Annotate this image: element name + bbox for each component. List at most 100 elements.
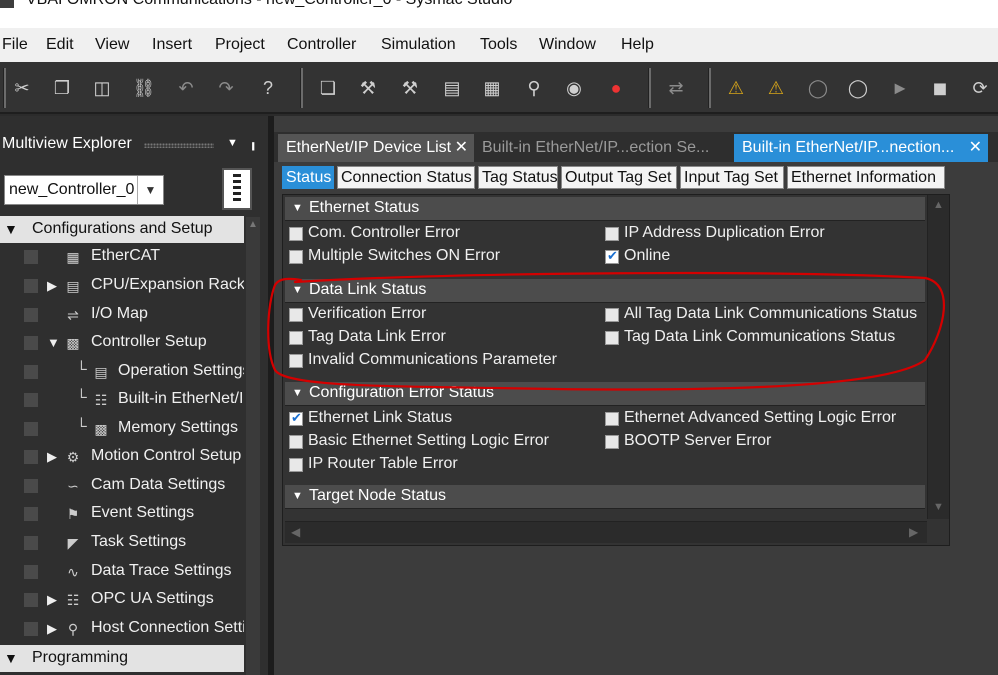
binoculars-icon[interactable]: ◉	[558, 71, 590, 105]
transfer-icon[interactable]: ▦	[476, 71, 508, 105]
collapse-icon[interactable]: ▼	[292, 387, 303, 399]
compare-icon[interactable]: ▤	[436, 71, 468, 105]
expand-right-icon[interactable]: ▶	[47, 592, 57, 608]
tab-connection-status[interactable]: Built-in EtherNet/IP...nection... ✕	[734, 134, 988, 162]
selection-box	[24, 565, 38, 579]
build-icon[interactable]: ⚒	[352, 71, 384, 105]
tree-item-task-settings[interactable]: ◤ Task Settings	[0, 529, 244, 557]
collapse-icon[interactable]: ▼	[292, 284, 303, 296]
rack-icon: ▤	[66, 278, 80, 294]
delete-icon[interactable]: ⛓	[128, 71, 160, 105]
section-configurations[interactable]: ▼ Configurations and Setup	[0, 216, 244, 243]
paste-icon[interactable]: ◫	[86, 71, 118, 105]
tree-item-data-trace[interactable]: ∿ Data Trace Settings	[0, 558, 244, 586]
scroll-right-icon[interactable]: ▶	[909, 525, 918, 539]
expand-right-icon[interactable]: ▶	[47, 449, 57, 465]
close-icon[interactable]: ✕	[969, 134, 982, 162]
cut-icon[interactable]: ✂	[6, 71, 38, 105]
tree-item-motion-control[interactable]: ▶ ⚙ Motion Control Setup	[0, 443, 244, 471]
close-icon[interactable]: ✕	[455, 134, 468, 162]
scroll-down-icon[interactable]: ▼	[933, 501, 944, 513]
controller-select-value: new_Controller_0	[9, 181, 135, 198]
offline-icon[interactable]: ◼	[924, 71, 956, 105]
scroll-left-icon[interactable]: ◀	[291, 525, 300, 539]
tab-status[interactable]: Status	[282, 166, 334, 189]
warning-icon[interactable]: ⚠	[720, 71, 752, 105]
chevron-down-icon[interactable]: ▼	[137, 176, 163, 204]
pin-icon[interactable]: ╻	[249, 134, 257, 151]
tab-connection-status-sub[interactable]: Connection Status	[337, 166, 475, 189]
explorer-scrollbar[interactable]: ▲	[246, 217, 260, 675]
expand-down-icon[interactable]: ▼	[4, 650, 18, 666]
menu-file[interactable]: File	[2, 36, 28, 54]
tree-item-event-settings[interactable]: ⚑ Event Settings	[0, 500, 244, 528]
menu-window[interactable]: Window	[539, 36, 596, 54]
collapse-icon[interactable]: ▼	[292, 202, 303, 214]
window-icon[interactable]: ❏	[312, 71, 344, 105]
menu-project[interactable]: Project	[215, 36, 265, 54]
scroll-up-icon[interactable]: ▲	[248, 219, 258, 230]
controller-select[interactable]: new_Controller_0 ▼	[4, 175, 164, 205]
tree-item-ethercat[interactable]: ▦ EtherCAT	[0, 243, 244, 271]
section-data-link-status[interactable]: ▼ Data Link Status	[285, 279, 925, 303]
tab-tag-status[interactable]: Tag Status	[478, 166, 558, 189]
expand-right-icon[interactable]: ▶	[47, 278, 57, 294]
tree-item-cam-data[interactable]: ∽ Cam Data Settings	[0, 472, 244, 500]
grip-handle[interactable]	[144, 143, 214, 148]
selection-box	[24, 365, 38, 379]
tab-device-list[interactable]: EtherNet/IP Device List ✕	[278, 134, 474, 162]
dropdown-icon[interactable]: ▼	[227, 137, 238, 149]
tab-ethernet-information[interactable]: Ethernet Information	[787, 166, 945, 189]
rebuild-icon[interactable]: ⚒	[394, 71, 426, 105]
tab-output-tag-set[interactable]: Output Tag Set	[561, 166, 677, 189]
tree-item-host-connection[interactable]: ▶ ⚲ Host Connection Settings	[0, 615, 244, 643]
menu-tools[interactable]: Tools	[480, 36, 517, 54]
help-icon[interactable]: ?	[252, 71, 284, 105]
tab-input-tag-set[interactable]: Input Tag Set	[680, 166, 784, 189]
menu-controller[interactable]: Controller	[287, 36, 356, 54]
section-ethernet-status[interactable]: ▼ Ethernet Status	[285, 197, 925, 221]
tree-item-opc-ua[interactable]: ▶ ☷ OPC UA Settings	[0, 586, 244, 614]
tree-item-ethernet-port[interactable]: └ ☷ Built-in EtherNet/IP Port Settings	[0, 386, 244, 414]
tree-item-memory-settings[interactable]: └ ▩ Memory Settings	[0, 415, 244, 443]
flag-icon: ⚑	[66, 506, 80, 522]
tree-item-controller-setup[interactable]: ▼ ▩ Controller Setup	[0, 329, 244, 357]
sync-icon[interactable]: ⇄	[660, 71, 692, 105]
menu-simulation[interactable]: Simulation	[381, 36, 456, 54]
status-label: Tag Data Link Error	[308, 328, 446, 345]
error-icon[interactable]: ●	[600, 71, 632, 105]
section-config-error-status[interactable]: ▼ Configuration Error Status	[285, 382, 925, 406]
tree-item-label: I/O Map	[91, 305, 148, 322]
tree-item-cpu-racks[interactable]: ▶ ▤ CPU/Expansion Racks	[0, 272, 244, 300]
watch-icon[interactable]: ◯	[802, 71, 834, 105]
section-programming[interactable]: ▼ Programming	[0, 645, 244, 672]
menu-edit[interactable]: Edit	[46, 36, 74, 54]
menu-insert[interactable]: Insert	[152, 36, 192, 54]
menu-view[interactable]: View	[95, 36, 129, 54]
scroll-up-icon[interactable]: ▲	[933, 199, 944, 211]
redo-icon[interactable]: ↷	[210, 71, 242, 105]
opc-ua-icon: ☷	[66, 592, 80, 608]
memory-icon: ▩	[94, 421, 108, 437]
online-icon[interactable]: ►	[884, 71, 916, 105]
undo-icon[interactable]: ↶	[170, 71, 202, 105]
tab-connection-settings[interactable]: Built-in EtherNet/IP...ection Se...	[474, 134, 730, 162]
menu-help[interactable]: Help	[621, 36, 654, 54]
toolbar-separator	[708, 68, 711, 108]
tree-item-io-map[interactable]: ⇌ I/O Map	[0, 301, 244, 329]
search-icon[interactable]: ⚲	[518, 71, 550, 105]
vertical-scrollbar[interactable]: ▲ ▼	[927, 195, 949, 519]
collapse-icon[interactable]: ▼	[292, 490, 303, 502]
status-label: Basic Ethernet Setting Logic Error	[308, 432, 550, 449]
selection-box	[24, 308, 38, 322]
expand-right-icon[interactable]: ▶	[47, 621, 57, 637]
expand-down-icon[interactable]: ▼	[4, 221, 18, 237]
warning-alt-icon[interactable]: ⚠	[760, 71, 792, 105]
watch-alt-icon[interactable]: ◯	[842, 71, 874, 105]
expand-down-icon[interactable]: ▼	[47, 335, 60, 350]
horizontal-scrollbar[interactable]: ◀ ▶	[285, 521, 927, 543]
copy-icon[interactable]: ❐	[46, 71, 78, 105]
tree-item-operation-settings[interactable]: └ ▤ Operation Settings	[0, 358, 244, 386]
reset-icon[interactable]: ⟳	[964, 71, 996, 105]
section-target-node-status[interactable]: ▼ Target Node Status	[285, 485, 925, 509]
